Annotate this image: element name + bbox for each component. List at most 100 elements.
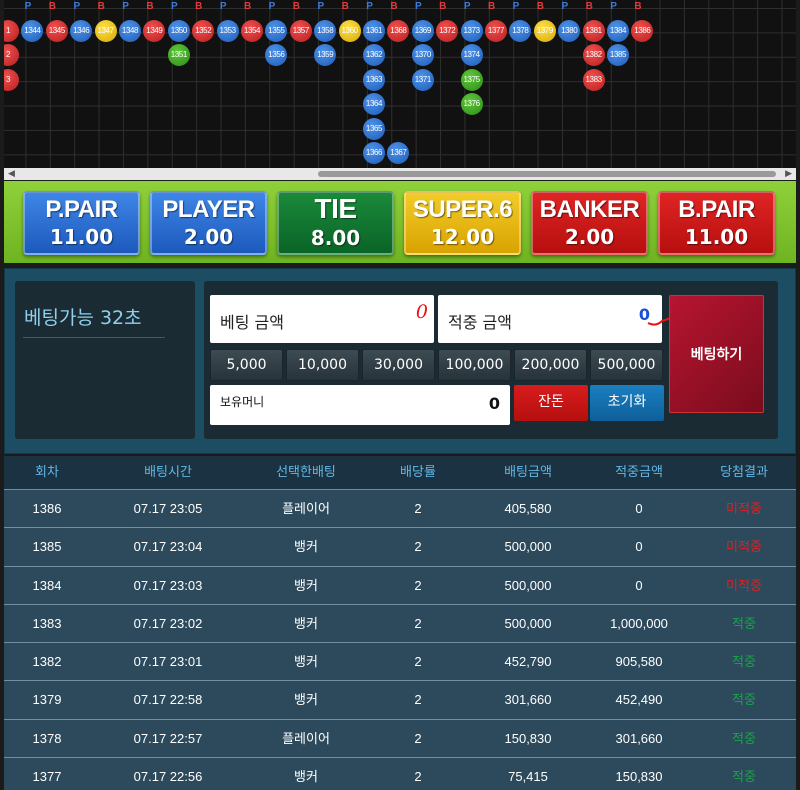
table-row: 1385 07.17 23:04 뱅커 2 500,000 0 미적중 xyxy=(4,527,796,566)
cell-result: 미적중 xyxy=(726,539,762,555)
odds-rate: 11.00 xyxy=(684,225,749,249)
bet-amount-field[interactable]: 베팅 금액 0 xyxy=(210,295,434,343)
cell-amount: 452,790 xyxy=(504,654,552,670)
cell-win: 905,580 xyxy=(615,654,663,670)
table-body: 1386 07.17 23:05 플레이어 2 405,580 0 미적중 1385 07.17… xyxy=(4,489,796,790)
cell-odds: 2 xyxy=(414,730,422,746)
cell-odds: 2 xyxy=(414,577,422,593)
chip-100000-button[interactable]: 100,000 xyxy=(438,349,511,381)
bet-amount-value: 0 xyxy=(415,301,428,323)
cell-amount: 500,000 xyxy=(504,615,552,631)
bead-b: 1381 xyxy=(582,20,605,42)
place-bet-button[interactable]: 베팅하기 xyxy=(669,295,764,413)
bead-b: 2 xyxy=(4,44,19,67)
cell-time: 07.17 22:58 xyxy=(133,692,203,708)
cell-time: 07.17 22:57 xyxy=(133,730,203,746)
cell-result: 적중 xyxy=(732,615,756,631)
win-amount-field: 적중 금액 0 xyxy=(438,295,675,343)
cell-time: 07.17 22:56 xyxy=(133,769,203,785)
cell-pick: 뱅커 xyxy=(294,539,318,555)
cell-pick: 뱅커 xyxy=(294,654,318,670)
bead-road-map: PBPBPBPBPBPBPBPBPBPBPBPBPB 1 2 3 1344 1345 13… xyxy=(4,0,796,168)
pb-marker: B xyxy=(48,1,56,12)
bead-b: 1383 xyxy=(582,68,605,91)
bead-b: 1352 xyxy=(192,20,215,42)
table-row: 1378 07.17 22:57 플레이어 2 150,830 301,660 적중 xyxy=(4,718,796,758)
chip-500000-button[interactable]: 500,000 xyxy=(590,349,663,381)
bead-b: 1386 xyxy=(631,20,654,42)
odds-rate: 8.00 xyxy=(310,226,361,250)
bead-b: 1382 xyxy=(582,44,605,67)
chip-200000-button[interactable]: 200,000 xyxy=(514,349,587,381)
bead-t: 1376 xyxy=(460,93,483,116)
bead-p: 1369 xyxy=(411,20,434,42)
cell-round: 1383 xyxy=(32,615,62,631)
pb-marker: P xyxy=(463,1,471,12)
cell-time: 07.17 23:02 xyxy=(133,615,203,631)
bead-s: 1360 xyxy=(338,20,361,42)
header-amount: 배팅금액 xyxy=(504,465,552,480)
remaining-button[interactable]: 잔돈 xyxy=(514,385,588,421)
bet-input-area: 베팅 금액 0 적중 금액 0 베팅하기 5,000 10,000 30,000… xyxy=(204,281,778,439)
odds-rate: 12.00 xyxy=(430,225,495,249)
odds-bar: P.PAIR 11.00 PLAYER 2.00 TIE 8.00 SUPER.… xyxy=(4,181,796,263)
scroll-thumb[interactable] xyxy=(318,171,776,177)
odds-name: PLAYER xyxy=(162,196,255,223)
odds-banker-button[interactable]: BANKER 2.00 xyxy=(531,191,648,255)
cell-win: 0 xyxy=(635,539,643,555)
header-pick: 선택한배팅 xyxy=(276,465,336,480)
chip-10000-button[interactable]: 10,000 xyxy=(286,349,359,381)
cell-time: 07.17 23:05 xyxy=(133,501,203,516)
odds-b-pair-button[interactable]: B.PAIR 11.00 xyxy=(658,191,775,255)
odds-p-pair-button[interactable]: P.PAIR 11.00 xyxy=(23,191,140,255)
table-row: 1383 07.17 23:02 뱅커 2 500,000 1,000,000 적중 xyxy=(4,603,796,643)
pb-marker: B xyxy=(97,1,105,12)
cell-round: 1386 xyxy=(32,501,62,516)
bet-history-table: 회차 배팅시간 선택한배팅 배당률 배팅금액 적중금액 당첨결과 1386 07.… xyxy=(4,456,796,790)
roadmap-scrollbar[interactable]: ◀ ▶ xyxy=(4,168,796,180)
cell-result: 적중 xyxy=(732,654,756,670)
bead-p: 1366 xyxy=(363,142,385,164)
bead-s: 1379 xyxy=(533,20,556,42)
cell-win: 452,490 xyxy=(615,692,663,708)
cell-result: 적중 xyxy=(732,692,756,708)
bead-p: 1362 xyxy=(363,44,385,67)
cell-round: 1382 xyxy=(32,654,62,670)
bead-b: 1377 xyxy=(485,20,507,42)
cell-pick: 플레이어 xyxy=(282,730,330,746)
balance-box: 보유머니 0 xyxy=(210,385,510,425)
pb-marker: B xyxy=(243,1,252,12)
bead-p: 1373 xyxy=(460,20,483,42)
pb-header-row: PBPBPBPBPBPBPBPBPBPBPBPBPB xyxy=(4,0,774,16)
table-row: 1379 07.17 22:58 뱅커 2 301,660 452,490 적중 xyxy=(4,680,796,719)
cell-round: 1379 xyxy=(32,692,62,708)
cell-odds: 2 xyxy=(414,615,422,631)
odds-name: SUPER.6 xyxy=(412,196,513,223)
bet-panel: 베팅가능 32초 베팅 금액 0 적중 금액 0 베팅하기 5,000 10,0… xyxy=(4,268,796,454)
odds-super6-button[interactable]: SUPER.6 12.00 xyxy=(404,191,521,255)
bead-p: 1356 xyxy=(265,44,288,67)
scroll-left-icon[interactable]: ◀ xyxy=(8,169,15,179)
odds-tie-button[interactable]: TIE 8.00 xyxy=(277,191,394,255)
bead-p: 1365 xyxy=(363,117,385,140)
pb-marker: B xyxy=(292,1,300,12)
cell-pick: 플레이어 xyxy=(282,501,330,516)
reset-button[interactable]: 초기화 xyxy=(590,385,664,421)
odds-name: B.PAIR xyxy=(678,196,755,223)
bead-p: 1378 xyxy=(509,20,532,42)
bead-p: 1374 xyxy=(460,44,483,67)
header-time: 배팅시간 xyxy=(144,465,192,480)
pb-marker: B xyxy=(439,1,447,12)
scroll-right-icon[interactable]: ▶ xyxy=(785,169,792,179)
chip-5000-button[interactable]: 5,000 xyxy=(210,349,283,381)
bead-p: 1380 xyxy=(558,20,581,42)
pb-marker: B xyxy=(341,1,349,12)
bead-p: 1344 xyxy=(21,20,44,42)
table-row: 1384 07.17 23:03 뱅커 2 500,000 0 미적중 xyxy=(4,565,796,604)
pb-marker: B xyxy=(634,1,642,12)
table-row: 1377 07.17 22:56 뱅커 2 75,415 150,830 적중 xyxy=(4,757,796,790)
odds-player-button[interactable]: PLAYER 2.00 xyxy=(150,191,267,255)
cell-round: 1384 xyxy=(32,577,62,593)
chip-30000-button[interactable]: 30,000 xyxy=(362,349,435,381)
bead-t: 1351 xyxy=(167,44,190,67)
